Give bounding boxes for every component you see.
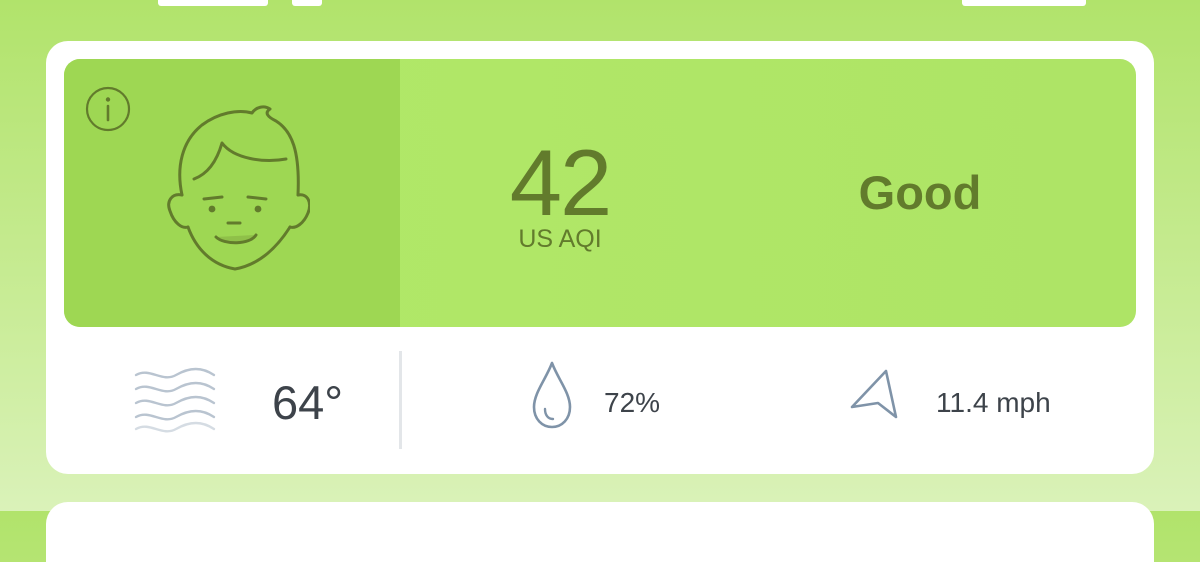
water-drop-icon — [532, 361, 572, 429]
aqi-panel: 42 US AQI Good — [64, 59, 1136, 327]
partial-text-fragment — [292, 0, 322, 6]
aqi-value: 42 — [509, 130, 613, 235]
divider — [399, 351, 402, 449]
weather-row: 64° 72% 11.4 mph — [46, 327, 1154, 474]
partial-text-fragment — [962, 0, 1086, 6]
wind-direction-icon — [850, 369, 898, 419]
humidity-value: 72% — [604, 387, 661, 418]
happy-face-icon — [167, 105, 310, 271]
aqi-face-zone — [64, 59, 400, 327]
next-card — [46, 502, 1154, 562]
temperature-value: 64° — [272, 376, 344, 429]
haze-icon — [134, 367, 216, 433]
info-icon[interactable] — [84, 85, 132, 133]
aqi-status: Good — [858, 166, 982, 219]
wind-speed-value: 11.4 mph — [936, 387, 1051, 418]
partial-text-fragment — [158, 0, 268, 6]
air-quality-card: 42 US AQI Good 64° 72% 11.4 mph — [46, 41, 1154, 474]
aqi-unit-label: US AQI — [518, 225, 602, 253]
